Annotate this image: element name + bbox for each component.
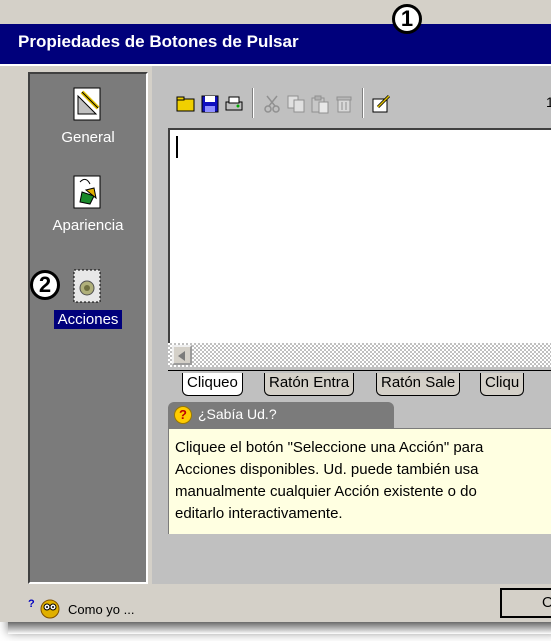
tip-line: Acciones disponibles. Ud. puede también … bbox=[175, 461, 479, 478]
edit-icon[interactable] bbox=[372, 94, 392, 114]
tab-cliqueo[interactable]: Cliqueo bbox=[182, 373, 243, 396]
sidebar-item-apariencia[interactable]: Apariencia bbox=[30, 174, 146, 235]
tab-raton-entra[interactable]: Ratón Entra bbox=[264, 373, 355, 396]
helper-face-icon: ? bbox=[28, 598, 60, 619]
window-title: Propiedades de Botones de Pulsar bbox=[18, 32, 299, 51]
copy-icon[interactable] bbox=[286, 94, 306, 114]
sidebar-item-label: Apariencia bbox=[52, 217, 124, 234]
pencil-ruler-icon bbox=[72, 86, 104, 122]
tip-line: manualmente cualquier Acción existente o… bbox=[175, 483, 477, 500]
print-icon[interactable] bbox=[224, 94, 244, 114]
tip-body: Cliquee el botón "Seleccione una Acción"… bbox=[168, 428, 551, 534]
help-label: Como yo ... bbox=[68, 602, 135, 617]
callout-badge-1: 1 bbox=[392, 4, 422, 34]
paint-brush-icon bbox=[72, 174, 104, 210]
delete-icon[interactable] bbox=[334, 94, 354, 114]
toolbar-separator bbox=[252, 88, 254, 118]
sidebar-item-label: Acciones bbox=[53, 310, 123, 329]
question-icon: ? bbox=[174, 406, 192, 424]
editor-toolbar: 1 bbox=[166, 84, 551, 122]
properties-dialog: Propiedades de Botones de Pulsar General bbox=[0, 0, 551, 622]
sidebar-item-general[interactable]: General bbox=[30, 86, 146, 147]
ok-button[interactable]: O bbox=[500, 588, 551, 618]
cut-icon[interactable] bbox=[262, 94, 282, 114]
toolbar-separator bbox=[362, 88, 364, 118]
line-number: 1 bbox=[546, 94, 551, 110]
callout-badge-2: 2 bbox=[30, 270, 60, 300]
open-folder-icon[interactable] bbox=[176, 94, 196, 114]
tip-header: ? ¿Sabía Ud.? bbox=[168, 402, 394, 428]
sidebar-item-label: General bbox=[61, 129, 115, 146]
action-script-editor[interactable] bbox=[168, 128, 551, 366]
tip-title: ¿Sabía Ud.? bbox=[198, 406, 277, 422]
event-tabs: Cliqueo Ratón Entra Ratón Sale Cliqu bbox=[168, 370, 551, 397]
tab-cliqu[interactable]: Cliqu bbox=[480, 373, 525, 396]
save-disk-icon[interactable] bbox=[200, 94, 220, 114]
category-sidebar: General Apariencia Acciones bbox=[28, 72, 148, 584]
window-shadow bbox=[8, 622, 551, 634]
gears-icon bbox=[72, 268, 104, 304]
horizontal-scrollbar[interactable] bbox=[168, 343, 551, 367]
svg-text:?: ? bbox=[28, 598, 35, 610]
tab-raton-sale[interactable]: Ratón Sale bbox=[376, 373, 461, 396]
text-caret bbox=[176, 136, 178, 158]
tip-line: editarlo interactivamente. bbox=[175, 505, 343, 522]
tip-line: Cliquee el botón "Seleccione una Acción"… bbox=[175, 439, 484, 456]
paste-icon[interactable] bbox=[310, 94, 330, 114]
scroll-left-button[interactable] bbox=[172, 345, 192, 365]
